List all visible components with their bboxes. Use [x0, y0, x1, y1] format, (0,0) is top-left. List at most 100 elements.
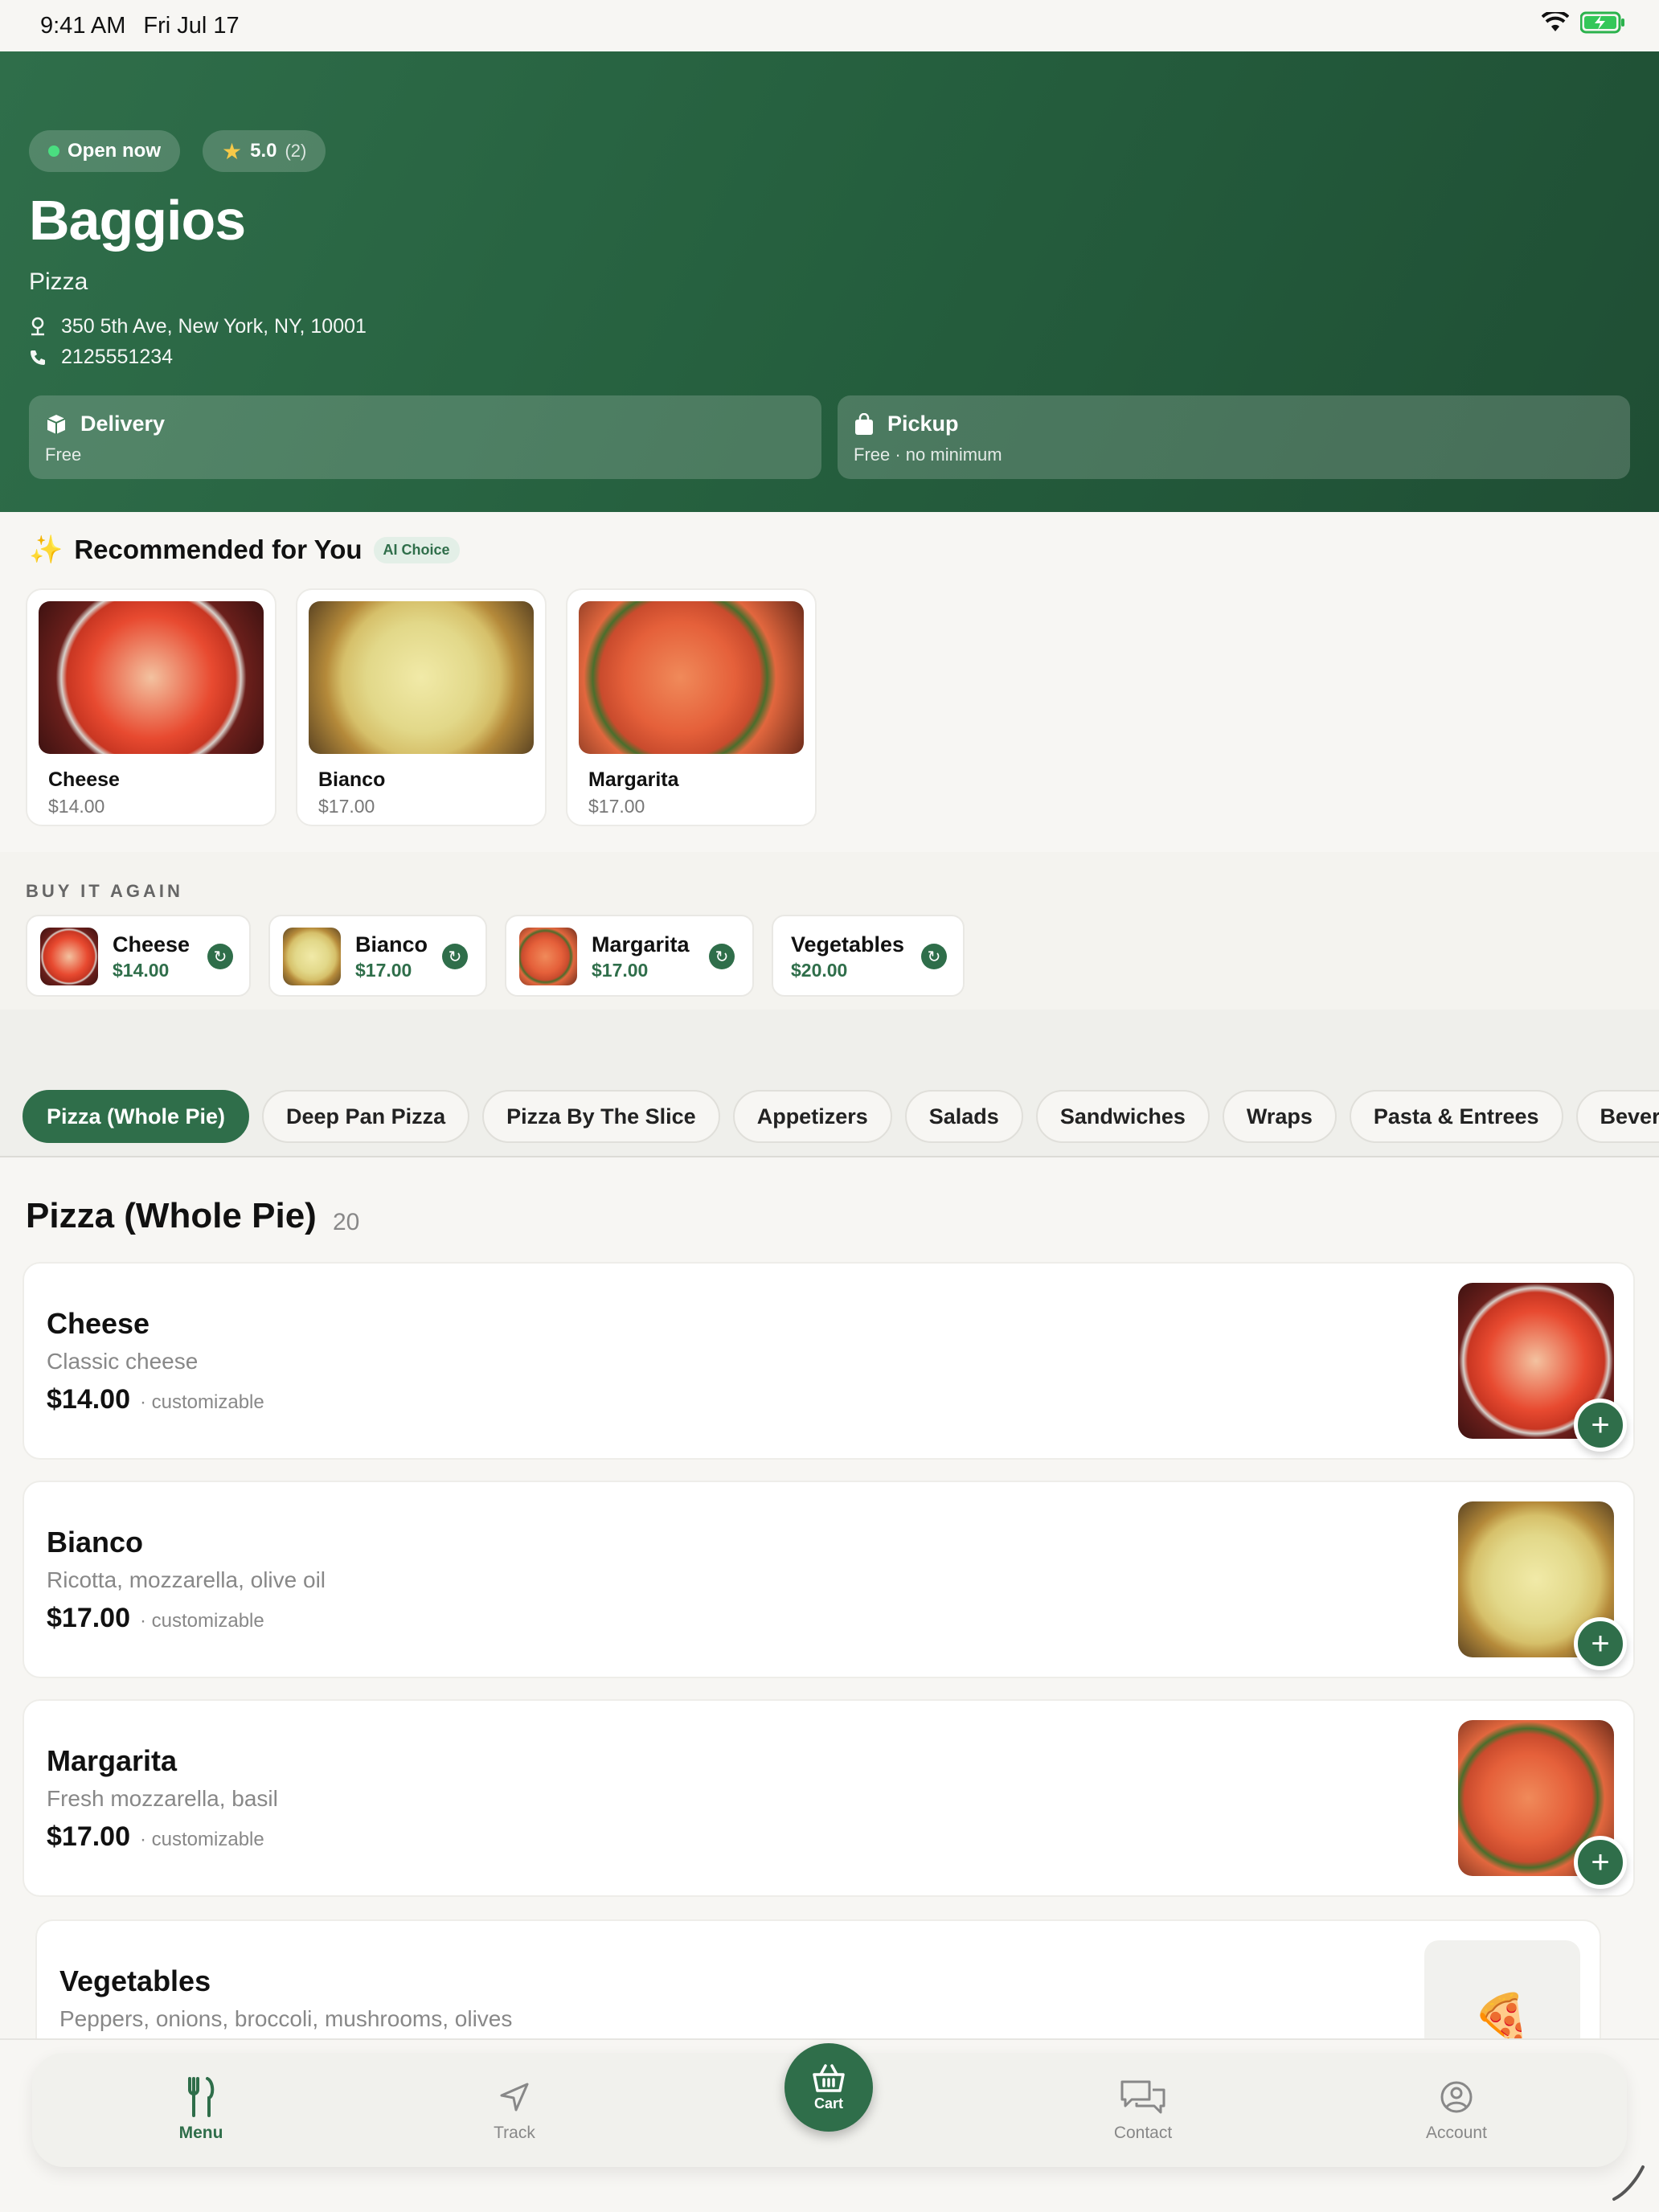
bianco-pizza-image — [309, 601, 534, 754]
rating-badge[interactable]: ★ 5.0 (2) — [203, 130, 326, 172]
restaurant-category: Pizza — [29, 268, 88, 295]
user-circle-icon — [1440, 2081, 1473, 2113]
tab-pizza-by-the-slice[interactable]: Pizza By The Slice — [482, 1090, 720, 1143]
section-title: Pizza (Whole Pie) — [26, 1196, 317, 1235]
margarita-thumbnail — [519, 928, 577, 985]
menu-item-description: Ricotta, mozzarella, olive oil — [47, 1567, 326, 1592]
restaurant-address: 350 5th Ave, New York, NY, 10001 — [61, 315, 367, 338]
open-status-badge: Open now — [29, 130, 180, 172]
phone-icon — [31, 350, 45, 365]
menu-item[interactable]: Margarita Fresh mozzarella, basil $17.00… — [23, 1699, 1635, 1897]
buy-again-item-price: $17.00 — [592, 960, 649, 981]
add-to-cart-button[interactable]: + — [1574, 1836, 1627, 1889]
nav-account[interactable]: Account — [1392, 2077, 1521, 2143]
recommended-heading: ✨ Recommended for You AI Choice — [29, 534, 460, 566]
address-row[interactable]: 350 5th Ave, New York, NY, 10001 — [29, 315, 367, 338]
section-count: 20 — [333, 1209, 360, 1235]
cart-label: Cart — [813, 2095, 843, 2112]
menu-item-price-row: $17.00 · customizable — [47, 1603, 264, 1634]
recommended-card[interactable]: Margarita $17.00 — [566, 588, 817, 826]
pickup-option[interactable]: Pickup Free · no minimum — [838, 395, 1630, 479]
restaurant-header: Open now ★ 5.0 (2) Baggios Pizza 350 5th… — [0, 51, 1659, 512]
reorder-icon[interactable]: ↻ — [709, 944, 735, 969]
ai-choice-tag: AI Choice — [373, 536, 460, 563]
buy-again-card[interactable]: Bianco $17.00 ↻ — [268, 915, 487, 997]
location-pin-icon — [31, 317, 44, 335]
buy-again-card[interactable]: Margarita $17.00 ↻ — [505, 915, 754, 997]
menu-item-price: $17.00 — [47, 1821, 130, 1852]
wifi-icon — [1542, 12, 1569, 31]
delivery-option[interactable]: Delivery Free — [29, 395, 821, 479]
recommended-item-price: $17.00 — [318, 796, 375, 817]
buy-again-card[interactable]: Vegetables $20.00 ↻ — [772, 915, 965, 997]
add-to-cart-button[interactable]: + — [1574, 1617, 1627, 1670]
menu-item[interactable]: Bianco Ricotta, mozzarella, olive oil $1… — [23, 1481, 1635, 1678]
buy-again-item-name: Bianco — [355, 932, 428, 956]
nav-contact[interactable]: Contact — [1079, 2077, 1207, 2143]
menu-item-note: · customizable — [140, 1391, 264, 1413]
tab-sandwiches[interactable]: Sandwiches — [1035, 1090, 1210, 1143]
restaurant-name: Baggios — [29, 189, 246, 252]
tab-pizza-whole-pie[interactable]: Pizza (Whole Pie) — [23, 1090, 250, 1143]
nav-account-label: Account — [1426, 2124, 1487, 2142]
cheese-thumbnail — [40, 928, 98, 985]
menu-item-description: Peppers, onions, broccoli, mushrooms, ol… — [59, 2006, 513, 2031]
nav-track-label: Track — [494, 2124, 535, 2142]
status-time: 9:41 AM — [40, 12, 126, 39]
nav-contact-label: Contact — [1113, 2124, 1173, 2142]
fork-knife-icon — [188, 2077, 215, 2117]
add-to-cart-button[interactable]: + — [1574, 1399, 1627, 1452]
menu-item-name: Cheese — [47, 1307, 150, 1340]
buy-again-item-price: $17.00 — [355, 960, 412, 981]
cheese-pizza-image — [39, 601, 264, 754]
bianco-thumbnail — [283, 928, 341, 985]
chat-bubbles-icon — [1120, 2080, 1165, 2114]
bag-icon — [855, 412, 873, 435]
tab-salads[interactable]: Salads — [904, 1090, 1023, 1143]
menu-item-price-row: $14.00 · customizable — [47, 1384, 264, 1415]
reorder-icon[interactable]: ↻ — [207, 944, 233, 969]
nav-track[interactable]: Track — [450, 2077, 579, 2143]
rating-count: (2) — [285, 141, 307, 161]
buy-again-item-name: Margarita — [592, 932, 690, 956]
nav-menu[interactable]: Menu — [137, 2077, 265, 2143]
sparkles-icon: ✨ — [29, 535, 63, 565]
tab-pasta-entrees[interactable]: Pasta & Entrees — [1349, 1090, 1563, 1143]
tab-wraps[interactable]: Wraps — [1222, 1090, 1337, 1143]
buy-again-title: BUY IT AGAIN — [26, 881, 183, 901]
tab-deep-pan-pizza[interactable]: Deep Pan Pizza — [262, 1090, 470, 1143]
restaurant-phone: 2125551234 — [61, 346, 174, 368]
reorder-icon[interactable]: ↻ — [921, 944, 947, 969]
nav-menu-label: Menu — [178, 2124, 223, 2142]
pickup-title: Pickup — [887, 412, 959, 436]
buy-again-card[interactable]: Cheese $14.00 ↻ — [26, 915, 251, 997]
menu-item-note: · customizable — [140, 1829, 264, 1850]
recommended-item-name: Margarita — [588, 768, 679, 791]
menu-item-name: Bianco — [47, 1526, 144, 1559]
buy-again-item-name: Cheese — [113, 932, 190, 956]
star-icon: ★ — [222, 138, 243, 164]
status-icons — [1542, 11, 1625, 34]
menu-item-name: Vegetables — [59, 1964, 211, 1997]
navigation-arrow-icon — [500, 2083, 529, 2112]
menu-item[interactable]: Cheese Classic cheese $14.00 · customiza… — [23, 1262, 1635, 1460]
header-badges: Open now ★ 5.0 (2) — [29, 130, 326, 172]
recommended-item-name: Bianco — [318, 768, 386, 791]
menu-item-price: $17.00 — [47, 1603, 130, 1633]
recommended-item-price: $14.00 — [48, 796, 105, 817]
recommended-card[interactable]: Bianco $17.00 — [296, 588, 547, 826]
recommended-item-name: Cheese — [48, 768, 120, 791]
status-bar: 9:41 AM Fri Jul 17 — [0, 0, 1659, 51]
phone-row[interactable]: 2125551234 — [29, 346, 173, 369]
buy-again-item-price: $14.00 — [113, 960, 170, 981]
box-icon — [47, 414, 66, 434]
tab-appetizers[interactable]: Appetizers — [732, 1090, 892, 1143]
open-dot-icon — [48, 145, 59, 157]
reorder-icon[interactable]: ↻ — [442, 944, 468, 969]
buy-again-item-price: $20.00 — [791, 960, 848, 981]
recommended-card[interactable]: Cheese $14.00 — [26, 588, 276, 826]
tab-beverages[interactable]: Beverages — [1575, 1090, 1659, 1143]
pickup-subtitle: Free · no minimum — [854, 444, 1002, 465]
cart-button[interactable]: Cart — [784, 2043, 873, 2132]
category-tabs: Pizza (Whole Pie) Deep Pan Pizza Pizza B… — [23, 1090, 1659, 1143]
